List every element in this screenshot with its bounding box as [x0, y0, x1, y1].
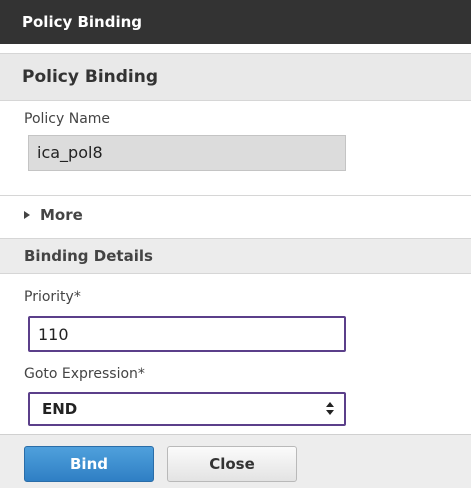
dialog-title: Policy Binding [22, 13, 143, 31]
priority-input[interactable] [28, 316, 346, 352]
close-button[interactable]: Close [167, 446, 297, 482]
section-header: Policy Binding [0, 53, 471, 101]
more-label: More [40, 206, 83, 224]
select-arrows-icon [326, 401, 334, 417]
binding-details-header: Binding Details [0, 238, 471, 274]
binding-details-title: Binding Details [24, 247, 153, 265]
section-title: Policy Binding [22, 67, 159, 87]
bind-button[interactable]: Bind [24, 446, 154, 482]
policy-name-label: Policy Name [24, 111, 111, 127]
expand-triangle-icon [24, 211, 30, 219]
goto-expression-label: Goto Expression* [24, 366, 145, 382]
priority-label: Priority* [24, 289, 81, 305]
goto-expression-value: END [42, 400, 78, 418]
goto-expression-select[interactable]: END [28, 392, 346, 426]
policy-name-field: ica_pol8 [28, 135, 346, 171]
dialog-title-bar: Policy Binding [0, 0, 471, 44]
more-expander[interactable]: More [0, 196, 471, 234]
